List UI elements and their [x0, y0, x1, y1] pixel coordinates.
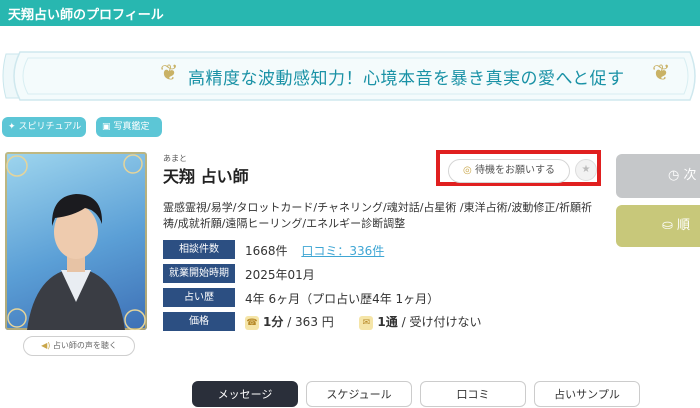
consult-count-value: 1668件	[245, 244, 288, 258]
page-title: 天翔占い師のプロフィール	[8, 8, 164, 23]
consult-count-label: 相談件数	[163, 240, 235, 259]
price-unit: 1分	[263, 315, 284, 329]
tab-sample[interactable]: 占いサンプル	[534, 381, 640, 407]
queue-button[interactable]: ⛀ 順	[616, 205, 700, 247]
category-pill-photo[interactable]: ▣ 写真鑑定	[96, 117, 162, 137]
tab-message[interactable]: メッセージ	[192, 381, 298, 407]
favorite-button[interactable]: ★	[575, 159, 597, 181]
portrait-image	[6, 154, 146, 330]
tagline-text: 高精度な波動感知力！心境本音を暴き真実の愛へと促す	[188, 69, 625, 89]
voice-sample-button[interactable]: ◀) 占い師の声を聴く	[23, 336, 135, 356]
speaker-icon: ◀)	[41, 341, 51, 350]
mail-icon: ✉	[359, 315, 374, 330]
fortune-teller-name: 天翔 占い師	[163, 167, 249, 186]
category-pill-spiritual[interactable]: ✦ スピリチュアル	[2, 117, 86, 137]
sparkle-icon: ✦	[8, 122, 16, 132]
left-ornament-icon: ❦	[160, 61, 179, 86]
category-label: スピリチュアル	[18, 122, 82, 132]
price-row: ☎ 1分 / 363 円 ✉ 1通 / 受け付けない	[245, 313, 481, 330]
career-value: 4年 6ヶ月（プロ占い歴4年 1ヶ月）	[245, 292, 440, 306]
career-label: 占い歴	[163, 288, 235, 307]
photo-icon: ▣	[102, 122, 111, 132]
phone-icon: ☎	[245, 315, 259, 330]
tab-reviews[interactable]: 口コミ	[420, 381, 526, 407]
star-icon: ★	[581, 164, 591, 175]
price-value: / 363 円	[287, 315, 334, 329]
next-available-button[interactable]: ◷ 次	[616, 154, 700, 198]
fortune-teller-photo	[5, 152, 147, 330]
queue-button-label: 順	[677, 218, 691, 233]
price-label: 価格	[163, 312, 235, 331]
review-count-link[interactable]: 口コミ：336件	[301, 244, 384, 258]
voice-button-label: 占い師の声を聴く	[52, 341, 117, 350]
tab-schedule[interactable]: スケジュール	[306, 381, 412, 407]
start-date-value: 2025年01月	[245, 268, 315, 282]
wait-icon: ◎	[463, 165, 472, 176]
request-wait-button[interactable]: ◎ 待機をお願いする	[448, 159, 570, 183]
consult-count-row: 1668件 口コミ：336件	[245, 242, 384, 259]
next-button-label: 次	[683, 168, 697, 183]
mail-unit: 1通	[377, 315, 398, 329]
genre-list: 霊感霊視/易学/タロットカード/チャネリング/魂対話/占星術 /東洋占術/波動修…	[163, 201, 593, 230]
wait-button-label: 待機をお願いする	[474, 165, 555, 176]
start-date-label: 就業開始時期	[163, 264, 235, 283]
clock-icon: ◷	[668, 168, 680, 183]
queue-icon: ⛀	[662, 218, 673, 233]
mail-value: / 受け付けない	[401, 315, 482, 329]
right-ornament-icon: ❦	[652, 61, 671, 86]
category-label: 写真鑑定	[113, 122, 150, 132]
